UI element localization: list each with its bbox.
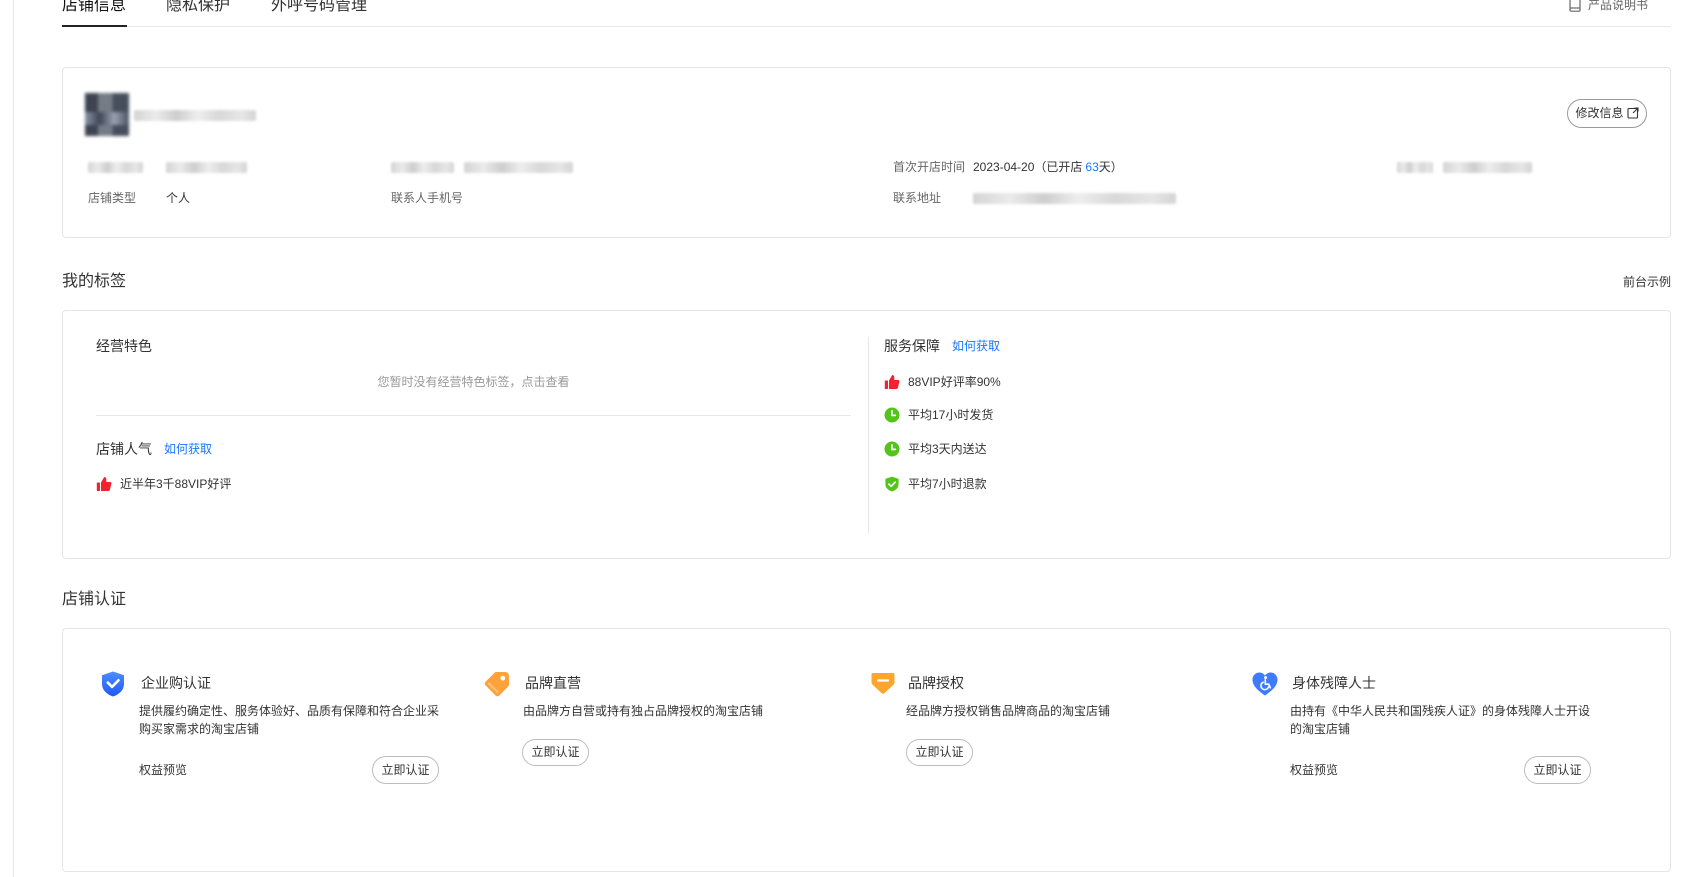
brand-direct-cert-description: 由品牌方自营或持有独占品牌授权的淘宝店铺 [523,702,763,720]
service-how-to-get-link[interactable]: 如何获取 [952,337,1000,355]
redacted-label [88,162,143,173]
contact-phone-label: 联系人手机号 [391,191,464,205]
tab-outbound-number[interactable]: 外呼号码管理 [271,0,367,16]
store-info-card: 修改信息 首次开店时间 2023-04-20（已开店 63天） 店铺类型 个人 联… [62,67,1671,238]
enterprise-shield-icon [102,671,124,697]
redacted-value [1443,162,1532,173]
open-days-suffix: 天） [1098,160,1123,174]
edit-info-button[interactable]: 修改信息 [1567,99,1647,128]
description-line: 提供履约确定性、服务体验好、品质有保障和符合企业采 [139,704,440,718]
thumbs-up-icon [884,375,900,389]
thumbs-up-icon [96,477,112,491]
product-manual-link[interactable]: 产品说明书 [1588,0,1648,13]
edit-info-label: 修改信息 [1575,106,1624,120]
feature-tags-empty-link[interactable]: 您暂时没有经营特色标签，点击查看 [96,374,851,390]
avatar [85,93,129,136]
tab-bar-divider [62,26,1671,27]
column-divider [868,337,869,534]
redacted-value [166,162,247,173]
first-open-date: 2023-04-20 [973,160,1035,174]
clock-icon [884,407,900,423]
store-type-value: 个人 [166,191,191,205]
brand-badge-icon [871,673,895,694]
service-guarantee-title: 服务保障 [884,338,940,354]
redacted-value [464,162,573,173]
tab-store-info[interactable]: 店铺信息 [62,0,126,16]
storefront-preview-link[interactable]: 前台示例 [1623,274,1671,290]
enterprise-cert-title: 企业购认证 [141,675,211,691]
disability-benefit-preview[interactable]: 权益预览 [1290,762,1338,778]
service-tag: 88VIP好评率90% [908,375,1001,389]
clock-icon [884,441,900,457]
tab-privacy[interactable]: 隐私保护 [166,0,230,16]
brand-direct-cert-title: 品牌直营 [525,675,581,691]
service-tag: 平均7小时退款 [908,477,987,491]
disability-cert-title: 身体残障人士 [1292,675,1376,691]
section-divider [96,415,851,416]
description-line: 的淘宝店铺 [1290,722,1351,736]
first-open-label: 首次开店时间 [893,160,966,174]
description-line: 经品牌方授权销售品牌商品的淘宝店铺 [906,704,1111,718]
brand-authorized-certify-button[interactable]: 立即认证 [906,739,973,766]
store-certification-title: 店铺认证 [62,591,127,608]
service-tag: 平均17小时发货 [908,408,994,422]
disability-cert-description: 由持有《中华人民共和国残疾人证》的身体残障人士开设 的淘宝店铺 [1290,702,1590,738]
popularity-how-to-get-link[interactable]: 如何获取 [164,440,212,458]
feature-tags-title: 经营特色 [96,338,152,354]
description-line: 由持有《中华人民共和国残疾人证》的身体残障人士开设 [1290,704,1591,718]
open-days-count: 63 [1085,160,1099,174]
address-label: 联系地址 [893,191,942,205]
active-tab-indicator [62,25,127,27]
accessibility-heart-icon [1252,672,1278,696]
popularity-tag: 近半年3千88VIP好评 [120,477,232,491]
open-days-prefix: （已开店 [1034,160,1083,174]
redacted-address [973,193,1176,204]
service-tag: 平均3天内送达 [908,442,987,456]
description-line: 购买家需求的淘宝店铺 [139,722,260,736]
brand-authorized-cert-title: 品牌授权 [908,675,964,691]
brand-tag-icon [484,672,509,697]
enterprise-cert-description: 提供履约确定性、服务体验好、品质有保障和符合企业采 购买家需求的淘宝店铺 [139,702,439,738]
popularity-title: 店铺人气 [96,441,152,457]
enterprise-benefit-preview[interactable]: 权益预览 [139,762,187,778]
brand-authorized-cert-description: 经品牌方授权销售品牌商品的淘宝店铺 [906,702,1110,720]
document-icon[interactable] [1569,0,1581,12]
left-panel-border [13,0,14,877]
my-tags-title: 我的标签 [62,273,127,290]
store-certification-card: 企业购认证 提供履约确定性、服务体验好、品质有保障和符合企业采 购买家需求的淘宝… [62,628,1671,872]
external-link-icon [1626,107,1639,119]
my-tags-card: 经营特色 您暂时没有经营特色标签，点击查看 店铺人气 如何获取 近半年3千88V… [62,310,1671,559]
description-line: 由品牌方自营或持有独占品牌授权的淘宝店铺 [523,704,764,718]
redacted-store-name [134,110,256,121]
redacted-label [391,162,454,173]
brand-direct-certify-button[interactable]: 立即认证 [522,739,589,766]
enterprise-certify-button[interactable]: 立即认证 [372,756,439,784]
disability-certify-button[interactable]: 立即认证 [1524,756,1591,784]
first-open-value: 2023-04-20（已开店 63天） [973,159,1123,175]
redacted-label [1397,162,1433,173]
store-type-label: 店铺类型 [88,191,137,205]
shield-check-icon [885,476,899,492]
